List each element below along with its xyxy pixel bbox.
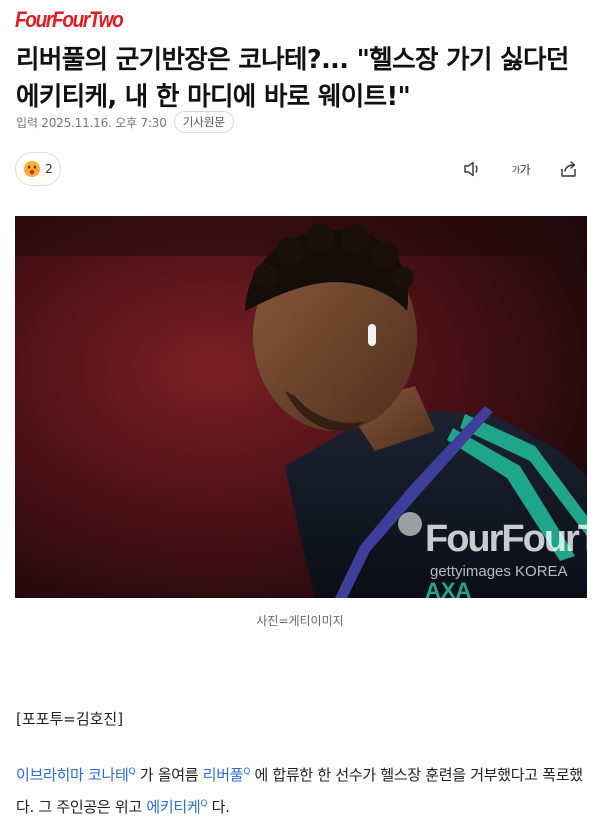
entity-link-ekitike[interactable]: 에키티케Q — [146, 798, 207, 816]
font-size-button[interactable]: 가가 — [510, 158, 532, 180]
entity-link-liverpool[interactable]: 리버풀Q — [203, 766, 251, 784]
player-photo-illustration: FourFourTwo gettyimages KOREA AXA — [15, 216, 587, 598]
speaker-icon — [464, 161, 478, 177]
photo-watermark-brand: FourFourTwo — [425, 518, 587, 560]
font-size-small-label: 가 — [511, 165, 520, 176]
reaction-count: 2 — [45, 162, 53, 176]
article-paragraph: 이브라히마 코나테Q 가 올여름 리버풀Q 에 합류한 한 선수가 헬스장 훈련… — [16, 766, 583, 816]
original-article-button[interactable]: 기사원문 — [173, 111, 235, 133]
font-size-big-label: 가 — [519, 162, 531, 177]
shirt-sponsor-text: AXA — [425, 578, 472, 598]
search-link-icon: Q — [243, 767, 250, 777]
reaction-button[interactable]: 2 — [15, 152, 61, 186]
article-date: 입력 2025.11.16. 오후 7:30 — [16, 115, 167, 130]
share-button[interactable] — [558, 158, 580, 180]
share-icon — [561, 161, 576, 177]
brand-logo-text: FourFourTwo — [15, 8, 124, 33]
brand-logo[interactable]: FourFourTwo — [15, 8, 124, 34]
article-toolbar: 가가 — [462, 158, 580, 180]
article-byline: [포포투=김호진] — [16, 710, 124, 728]
article-photo[interactable]: FourFourTwo gettyimages KOREA AXA — [15, 216, 587, 598]
entity-link-konate[interactable]: 이브라히마 코나테Q — [16, 766, 136, 784]
photo-caption: 사진=게티이미지 — [256, 614, 344, 628]
article-meta: 입력 2025.11.16. 오후 7:30 기사원문 — [16, 111, 235, 133]
listen-button[interactable] — [462, 158, 484, 180]
surprised-face-icon — [24, 160, 41, 178]
article-headline: 리버풀의 군기반장은 코나테?... "헬스장 가기 싫다던 에키티케, 내 한… — [16, 45, 569, 112]
